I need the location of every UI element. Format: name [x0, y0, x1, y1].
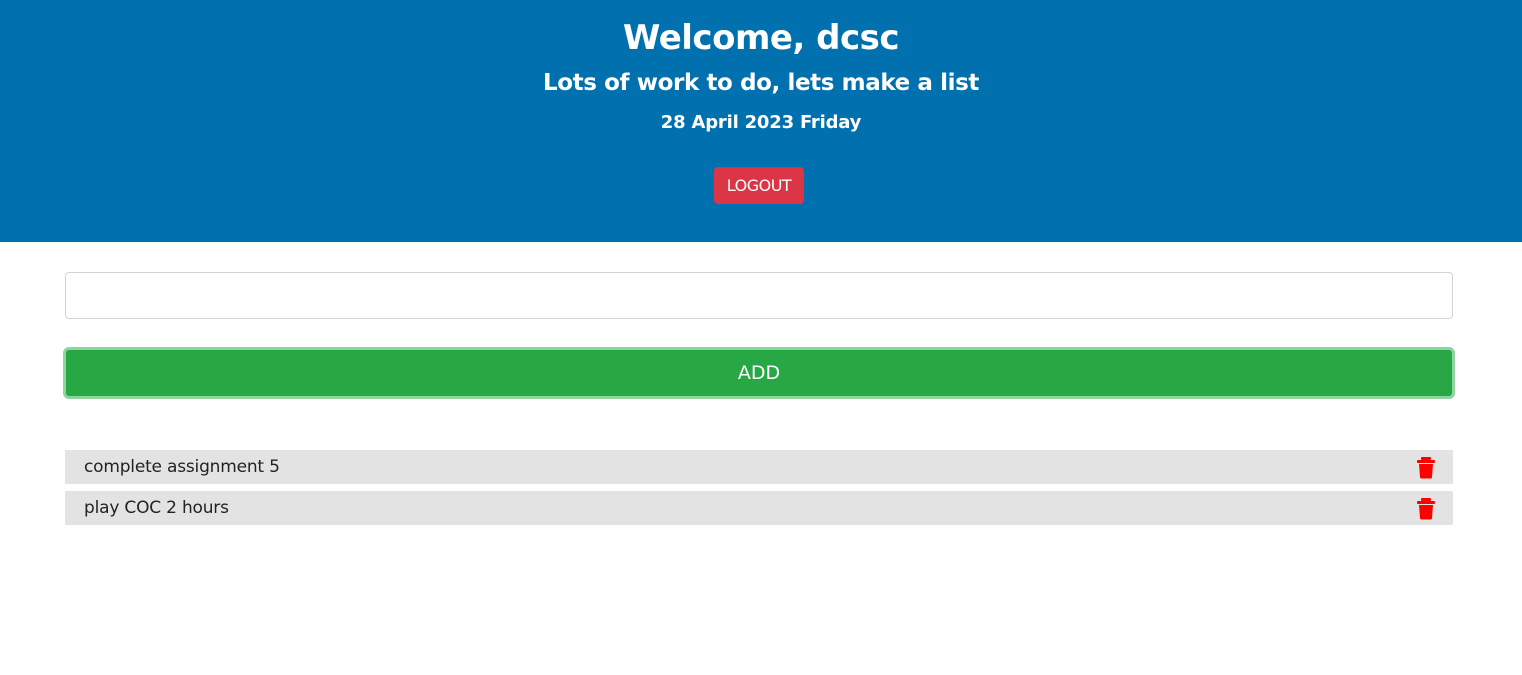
delete-task-button[interactable] — [1416, 498, 1436, 520]
task-list: complete assignment 5 play COC 2 hours — [65, 450, 1453, 532]
task-item: complete assignment 5 — [65, 450, 1453, 484]
page-title: Welcome, dcsc — [622, 18, 900, 58]
trash-icon — [1416, 498, 1436, 520]
delete-task-button[interactable] — [1416, 457, 1436, 479]
task-text: complete assignment 5 — [84, 457, 280, 477]
task-item: play COC 2 hours — [65, 491, 1453, 525]
add-button[interactable]: ADD — [63, 347, 1455, 399]
current-date: 28 April 2023 Friday — [660, 112, 862, 133]
task-input[interactable] — [65, 272, 1453, 319]
task-text: play COC 2 hours — [84, 498, 229, 518]
page-subtitle: Lots of work to do, lets make a list — [543, 70, 979, 96]
logout-button[interactable]: LOGOUT — [714, 167, 804, 204]
header-banner: Welcome, dcsc Lots of work to do, lets m… — [0, 0, 1522, 242]
trash-icon — [1416, 457, 1436, 479]
